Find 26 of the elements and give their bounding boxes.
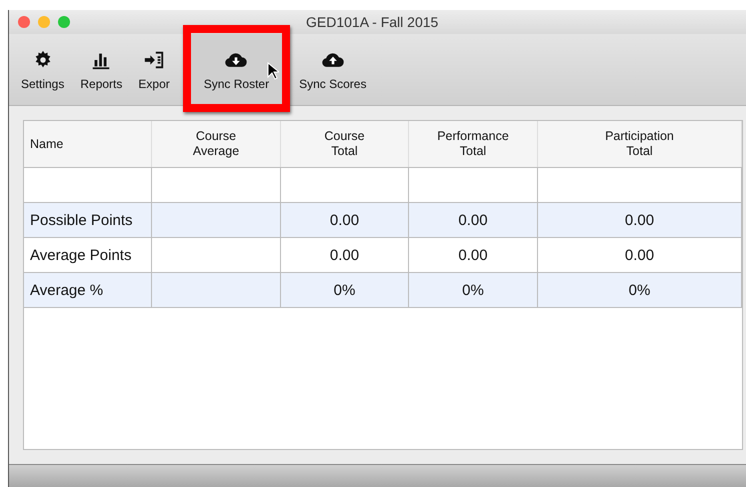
toolbar-button[interactable]: Expor [130, 34, 178, 105]
table-cell: 0.00 [281, 238, 409, 272]
table-cell: 0% [281, 273, 409, 307]
table-cell: Average Points [24, 238, 152, 272]
toolbar-button[interactable]: Reports [72, 34, 130, 105]
zoom-button[interactable] [58, 16, 70, 28]
table-cell: 0% [409, 273, 538, 307]
table-cell: 0.00 [538, 238, 742, 272]
toolbar-button[interactable]: Sync Scores [291, 34, 374, 105]
table-cell: 0.00 [409, 203, 538, 237]
table-cell: 0% [538, 273, 742, 307]
minimize-button[interactable] [38, 16, 50, 28]
column-header[interactable]: Course Average [152, 121, 281, 167]
cursor-icon [267, 62, 280, 80]
table-cell: Possible Points [24, 203, 152, 237]
table-cell: 0.00 [538, 203, 742, 237]
table-cell: Average % [24, 273, 152, 307]
table-cell: 0.00 [409, 238, 538, 272]
column-header[interactable]: Performance Total [409, 121, 538, 167]
column-header[interactable]: Course Total [281, 121, 409, 167]
column-header[interactable]: Name [24, 121, 152, 167]
toolbar-button[interactable]: Settings [13, 34, 72, 105]
close-button[interactable] [18, 16, 30, 28]
window-title: GED101A - Fall 2015 [306, 14, 438, 30]
column-header[interactable]: Participation Total [538, 121, 742, 167]
table-cell: 0.00 [281, 203, 409, 237]
